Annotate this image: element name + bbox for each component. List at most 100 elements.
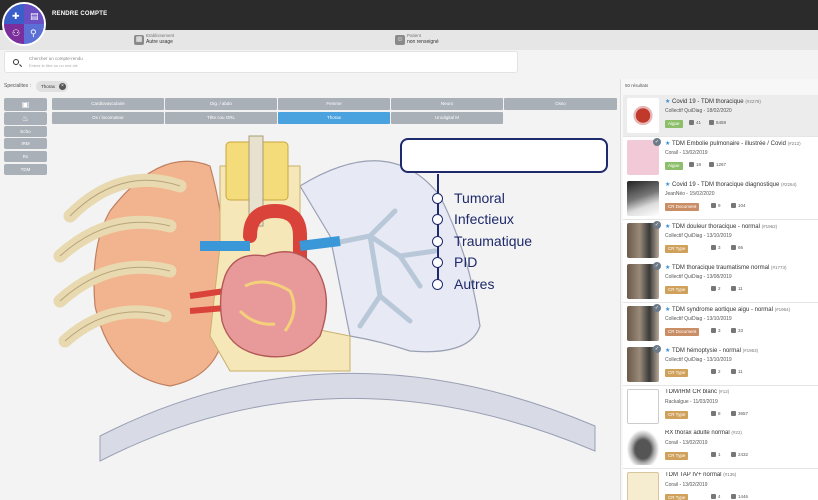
views-count: 66 [738,244,744,250]
views-count: 2432 [738,452,749,457]
likes-stat: 3 [711,327,721,333]
document-icon: ▤ [30,11,39,21]
star-icon[interactable]: ★ [665,141,672,147]
category-tete-cou-orl[interactable]: Tête cou ORL [165,112,277,124]
search-hint: Entrez le titre ou un mot clé [29,63,78,68]
result-title[interactable]: ★ Covid 19 - TDM thoracique diagnostique… [665,181,817,188]
result-tag: CR Type [665,244,689,253]
likes-count: 4 [718,493,721,499]
views-stat: 33 [731,327,744,333]
chip-label: Thorax [41,84,56,89]
result-title[interactable]: RX thorax adulte normal (#22) [665,430,817,436]
patient-icon: ☺ [395,35,405,45]
star-icon[interactable]: ★ [665,99,672,105]
result-title[interactable]: ★ TDM douleur thoracique - normal (#1962… [665,223,817,230]
result-title[interactable]: ★ TDM syndrome aortique aigu - normal (#… [665,306,817,313]
result-card[interactable]: TDM TAP IV+ normal (#135) Corail - 13/02/… [623,468,818,500]
star-icon[interactable]: ★ [665,265,672,271]
specialty-label: Specialites : [4,83,31,89]
patient-selector[interactable]: ☺ Patient non renseigné [395,33,475,47]
probe-modality-button[interactable]: ♨ [4,112,47,125]
result-author-date: Collectif QuiDiag - 13/08/2019 [665,274,732,280]
results-panel: 50 résultats ★ Covid 19 - TDM thoracique… [620,79,818,500]
views-count: 104 [738,203,746,208]
result-title-text: Covid 19 - TDM thoracique [672,99,744,105]
likes-count: 1 [718,452,721,457]
result-title[interactable]: ★ Covid 19 - TDM thoracique (#2279) [665,98,817,105]
selected-option-box[interactable] [400,138,608,173]
result-author-date: Corail - 13/02/2019 [665,481,708,488]
result-title[interactable]: TDM TAP IV+ normal (#135) [665,472,817,478]
category-thorax[interactable]: Thorax [278,112,390,124]
close-icon[interactable]: × [59,83,66,90]
category-femme[interactable]: Femme [278,98,390,110]
thumbs-up-icon [689,161,694,167]
views-icon [731,203,736,208]
category-neuro[interactable]: Neuro [391,98,503,110]
likes-stat: 41 [689,120,701,125]
option-label: Autres [454,276,495,292]
search-icon [13,59,19,65]
radio-icon [432,214,443,225]
category-os-locomoteur[interactable]: Os / locomoteur [52,112,164,124]
app-logo[interactable]: ✚ ▤ ⚇ ⚲ [2,2,46,46]
result-author-date: Collectif QuiDiag - 18/02/2020 [665,108,732,114]
result-tag: CR Document [665,203,700,211]
star-icon[interactable]: ★ [665,224,672,230]
result-card[interactable]: ✓ ★ TDM Embolie pulmonaire - illustrée / … [623,136,818,179]
modality-irm[interactable]: IRM [4,138,47,149]
likes-stat: 9 [711,203,721,208]
result-title-text: TDM hémoptysie - normal [671,348,741,354]
thorax-illustration[interactable] [50,126,620,476]
views-count: 3657 [738,410,749,416]
category-cardiovasculaire[interactable]: Cardiovasculaire [52,98,164,110]
result-card[interactable]: ✓ ★ TDM hémoptysie - normal (#1963) Collec… [623,344,818,386]
category-osso[interactable]: Osso [504,98,617,110]
result-thumbnail [627,388,659,424]
result-title-text: RX thorax adulte normal [665,430,730,436]
result-card[interactable]: ✓ ★ TDM thoracique traumatisme normal (#1… [623,261,818,303]
specialty-chip-thorax[interactable]: Thorax × [36,81,68,92]
result-card[interactable]: ✓ ★ TDM syndrome aortique aigu - normal (… [623,302,818,345]
result-title-text: TDM douleur thoracique - normal [671,223,760,230]
result-tag: CR Document [665,327,700,336]
modality-echo[interactable]: Echo [4,126,47,137]
category-urodigital[interactable]: Urodigital M [391,112,503,124]
result-tag: Aigue [665,161,683,170]
views-count: 33 [738,327,744,333]
modality-rx[interactable]: Rx [4,151,47,162]
result-title[interactable]: TDM/IRM CR blanc (#12) [665,389,817,395]
etablissement-value: Autre usage [146,39,173,45]
thumbs-up-icon [711,452,716,457]
result-card[interactable]: ★ Covid 19 - TDM thoracique (#2279) Colle… [623,95,818,137]
etablissement-selector[interactable]: ▦ Etablissement Autre usage [134,33,214,47]
star-icon[interactable]: ★ [665,348,672,354]
star-icon[interactable]: ★ [665,307,672,313]
result-title[interactable]: ★ TDM hémoptysie - normal (#1963) [665,347,817,354]
likes-count: 2 [718,369,721,374]
result-card[interactable]: TDM/IRM CR blanc (#12) Rackalgue - 11/03/… [623,385,818,428]
result-card[interactable]: ★ Covid 19 - TDM thoracique diagnostique… [623,178,818,220]
thumbs-up-icon [711,493,716,499]
result-title[interactable]: ★ TDM thoracique traumatisme normal (#17… [665,264,817,271]
search-input[interactable]: Chercher un compte-rendu Entrez le titre… [4,51,518,73]
category-dig-abdo[interactable]: Dig. / abdo [165,98,277,110]
likes-stat: 4 [711,493,721,499]
views-icon [731,369,736,374]
likes-stat: 2 [711,369,721,374]
scanner-modality-button[interactable]: ▣ [4,98,47,111]
views-stat: 1267 [709,161,726,167]
modality-tdm[interactable]: TDM [4,164,47,175]
star-icon[interactable]: ★ [665,182,672,188]
result-title[interactable]: ★ TDM Embolie pulmonaire - illustrée / C… [665,140,817,147]
result-card[interactable]: ✓ ★ TDM douleur thoracique - normal (#196… [623,219,818,262]
result-tag: CR Type [665,452,689,460]
result-tag: CR Type [665,369,689,377]
views-icon [731,327,736,333]
likes-count: 2 [718,286,721,291]
likes-count: 41 [696,120,702,125]
result-tag: CR Type [665,410,689,419]
views-stat: 3657 [731,410,749,416]
result-author-date: Corail - 13/02/2019 [665,440,708,446]
result-card[interactable]: RX thorax adulte normal (#22) Corail - 13… [623,427,818,469]
